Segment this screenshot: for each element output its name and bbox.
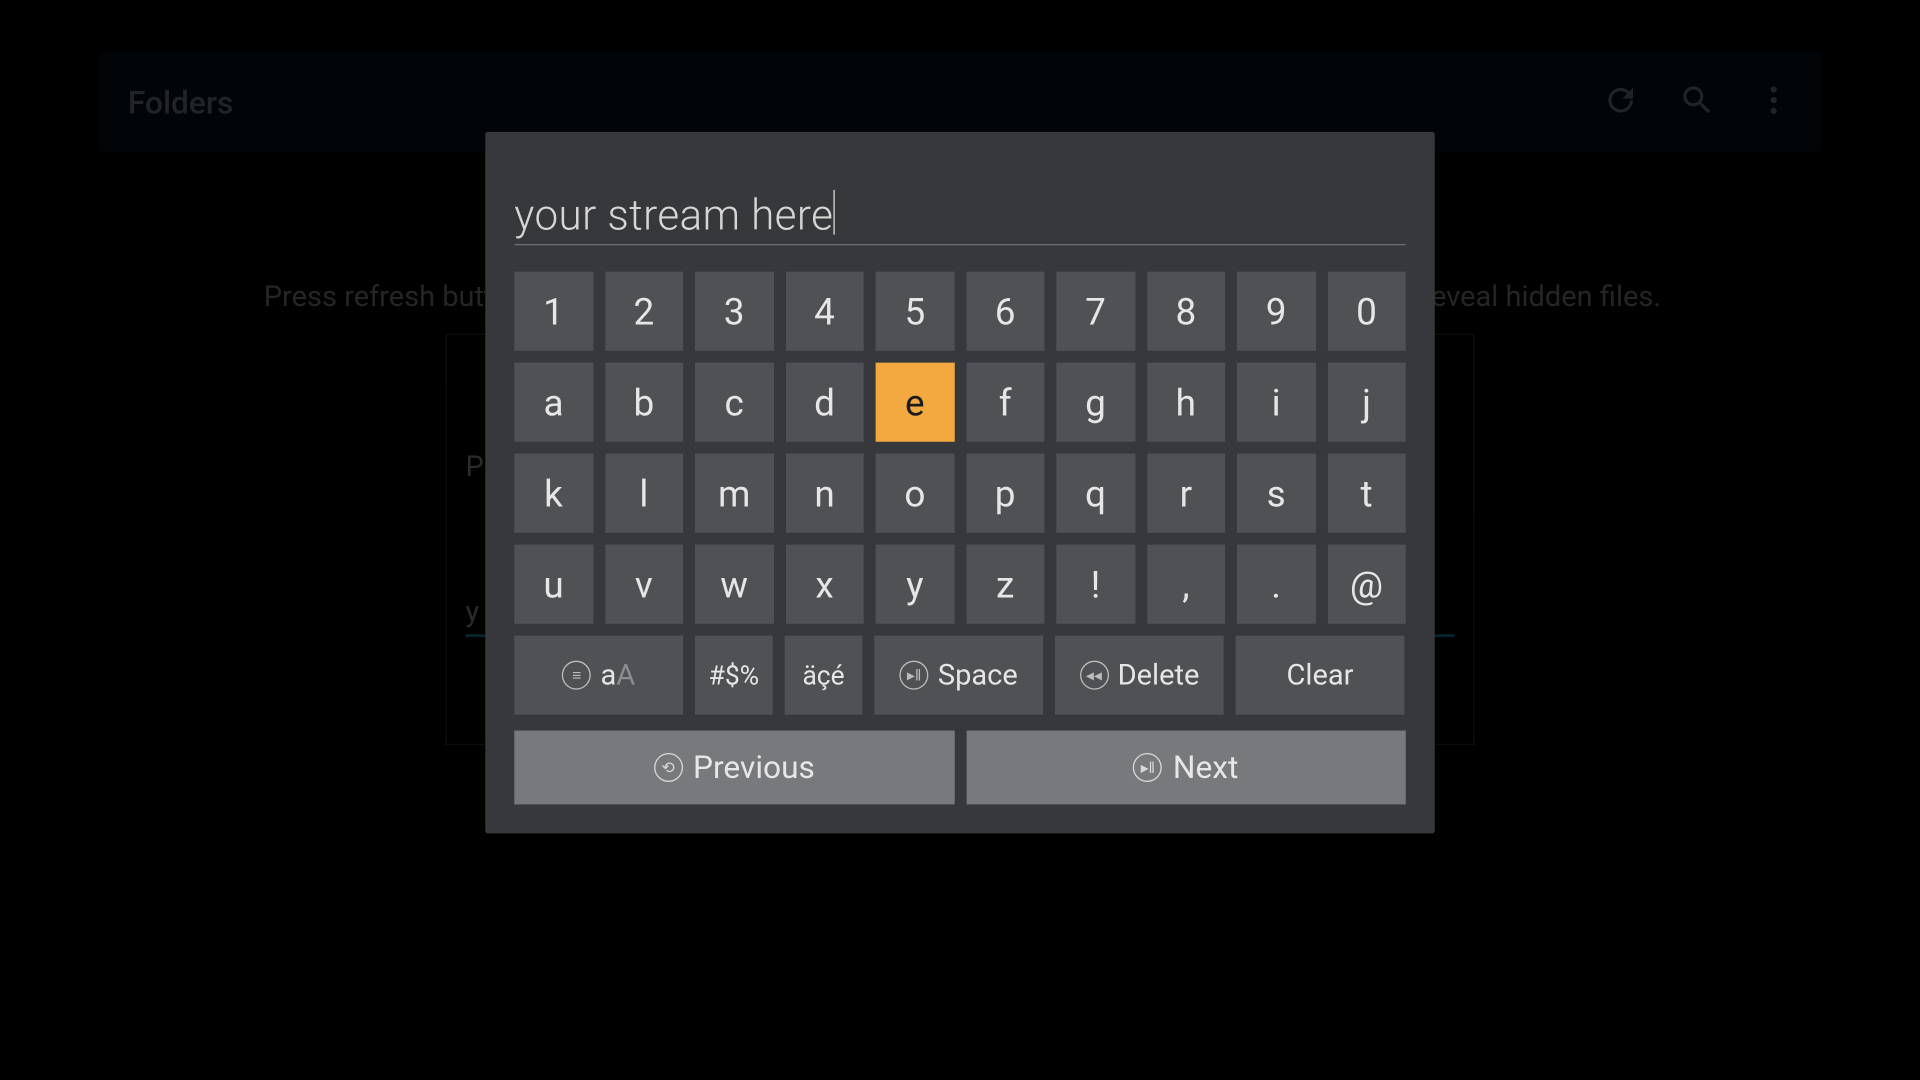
key-q[interactable]: q [1056,454,1134,533]
key-0[interactable]: 0 [1327,272,1405,351]
key-![interactable]: ! [1056,545,1134,624]
text-input-display[interactable]: your stream here [514,190,1405,245]
key-c[interactable]: c [695,363,773,442]
key-@[interactable]: @ [1327,545,1405,624]
delete-key[interactable]: ◂◂ Delete [1055,636,1224,715]
case-upper: A [616,659,635,692]
next-button[interactable]: ▸‖ Next [966,731,1406,805]
key-8[interactable]: 8 [1147,272,1225,351]
clear-label: Clear [1287,659,1354,692]
key-z[interactable]: z [966,545,1044,624]
key-k[interactable]: k [514,454,592,533]
key-2[interactable]: 2 [605,272,683,351]
key-g[interactable]: g [1056,363,1134,442]
menu-circle-icon: ≡ [562,661,591,690]
case-toggle-key[interactable]: ≡ aA [514,636,683,715]
key-5[interactable]: 5 [876,272,954,351]
space-label: Space [938,659,1018,692]
key-o[interactable]: o [876,454,954,533]
key-7[interactable]: 7 [1056,272,1134,351]
key-,[interactable]: , [1147,545,1225,624]
prev-circle-icon: ⟲ [653,753,682,782]
hint-left: Press refresh butt [264,281,494,314]
key-6[interactable]: 6 [966,272,1044,351]
key-b[interactable]: b [605,363,683,442]
key-i[interactable]: i [1237,363,1315,442]
symbols-key[interactable]: #$% [695,636,773,715]
key-t[interactable]: t [1327,454,1405,533]
next-circle-icon: ▸‖ [1133,753,1162,782]
next-label: Next [1173,749,1238,786]
text-caret [833,190,834,235]
more-icon[interactable] [1755,81,1792,123]
key-w[interactable]: w [695,545,773,624]
key-.[interactable]: . [1237,545,1315,624]
previous-button[interactable]: ⟲ Previous [514,731,954,805]
key-m[interactable]: m [695,454,773,533]
key-3[interactable]: 3 [695,272,773,351]
clear-key[interactable]: Clear [1236,636,1405,715]
key-4[interactable]: 4 [785,272,863,351]
accents-key[interactable]: äçé [785,636,863,715]
key-v[interactable]: v [605,545,683,624]
key-y[interactable]: y [876,545,954,624]
key-e[interactable]: e [876,363,954,442]
key-n[interactable]: n [785,454,863,533]
play-pause-circle-icon: ▸‖ [900,661,929,690]
key-1[interactable]: 1 [514,272,592,351]
rewind-circle-icon: ◂◂ [1079,661,1108,690]
case-lower: a [600,659,616,692]
key-u[interactable]: u [514,545,592,624]
key-r[interactable]: r [1147,454,1225,533]
accents-label: äçé [802,659,844,691]
key-a[interactable]: a [514,363,592,442]
key-9[interactable]: 9 [1237,272,1315,351]
key-p[interactable]: p [966,454,1044,533]
input-value: your stream here [514,190,833,240]
key-d[interactable]: d [785,363,863,442]
key-f[interactable]: f [966,363,1044,442]
search-icon[interactable] [1679,81,1716,123]
symbols-label: #$% [709,659,759,691]
keyboard-modal: your stream here 1234567890abcdefghijklm… [485,132,1434,834]
delete-label: Delete [1118,659,1200,692]
app-bar-title: Folders [128,84,233,121]
key-l[interactable]: l [605,454,683,533]
hint-right: eveal hidden files. [1431,281,1661,314]
key-x[interactable]: x [785,545,863,624]
key-s[interactable]: s [1237,454,1315,533]
refresh-icon[interactable] [1602,81,1639,123]
previous-label: Previous [693,749,815,786]
key-h[interactable]: h [1147,363,1225,442]
key-j[interactable]: j [1327,363,1405,442]
space-key[interactable]: ▸‖ Space [874,636,1043,715]
keyboard-grid: 1234567890 abcdefghij klmnopqrst uvwxyz!,.@ [514,272,1405,624]
